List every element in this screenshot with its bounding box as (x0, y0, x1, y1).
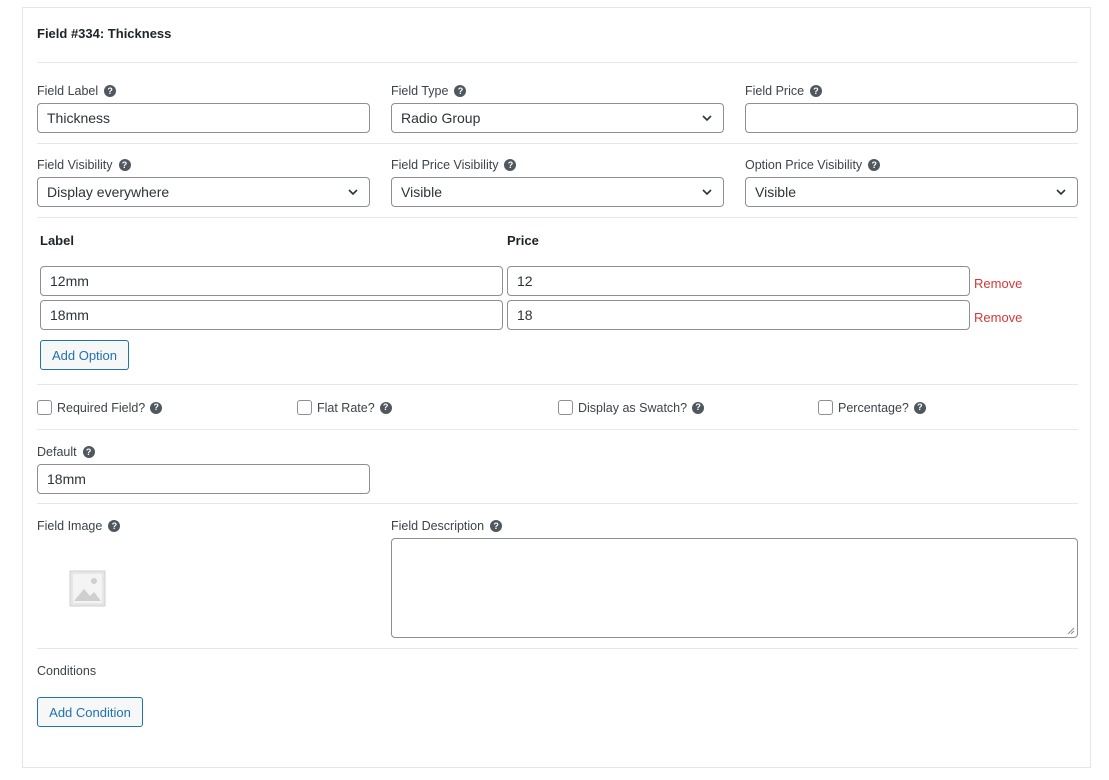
help-icon[interactable]: ? (104, 85, 117, 97)
default-input[interactable]: 18mm (37, 464, 370, 494)
field-type-select[interactable]: Radio Group (391, 103, 724, 133)
option-price-visibility-title: Option Price Visibility ? (745, 158, 881, 172)
field-visibility-select[interactable]: Display everywhere (37, 177, 370, 207)
checkbox-box[interactable] (297, 400, 312, 415)
field-description-textarea[interactable] (391, 538, 1078, 638)
help-icon[interactable]: ? (490, 520, 503, 532)
remove-option-link[interactable]: Remove (974, 310, 1022, 325)
help-icon[interactable]: ? (868, 159, 881, 171)
help-icon[interactable]: ? (504, 159, 517, 171)
resize-handle-icon[interactable] (1066, 626, 1075, 635)
divider (37, 648, 1078, 649)
divider (37, 429, 1078, 430)
image-placeholder-icon[interactable] (69, 570, 106, 607)
chevron-down-icon (702, 189, 712, 196)
field-visibility-title: Field Visibility ? (37, 158, 131, 172)
field-type-title: Field Type ? (391, 84, 467, 98)
remove-option-link[interactable]: Remove (974, 276, 1022, 291)
divider (37, 62, 1078, 63)
option-price-input[interactable]: 12 (507, 266, 970, 296)
divider (37, 143, 1078, 144)
chevron-down-icon (1056, 189, 1066, 196)
field-price-visibility-title: Field Price Visibility ? (391, 158, 517, 172)
field-label-title: Field Label ? (37, 84, 117, 98)
field-price-title: Field Price ? (745, 84, 823, 98)
field-price-input[interactable] (745, 103, 1078, 133)
field-label-input[interactable]: Thickness (37, 103, 370, 133)
chevron-down-icon (348, 189, 358, 196)
options-label-header: Label (40, 233, 74, 248)
add-option-button[interactable]: Add Option (40, 340, 129, 370)
option-label-input[interactable]: 18mm (40, 300, 503, 330)
divider (37, 384, 1078, 385)
field-description-title: Field Description ? (391, 519, 503, 533)
help-icon[interactable]: ? (692, 401, 705, 414)
help-icon[interactable]: ? (118, 159, 131, 171)
option-price-visibility-select[interactable]: Visible (745, 177, 1078, 207)
divider (37, 503, 1078, 504)
help-icon[interactable]: ? (810, 85, 823, 97)
divider (37, 217, 1078, 218)
help-icon[interactable]: ? (379, 401, 392, 414)
field-panel: Field #334: Thickness Field Label ? Thic… (22, 7, 1091, 768)
checkbox-box[interactable] (37, 400, 52, 415)
help-icon[interactable]: ? (82, 446, 95, 458)
required-field-checkbox[interactable]: Required Field? ? (37, 400, 163, 415)
chevron-down-icon (702, 115, 712, 122)
default-title: Default ? (37, 445, 95, 459)
field-price-visibility-select[interactable]: Visible (391, 177, 724, 207)
help-icon[interactable]: ? (913, 401, 926, 414)
field-image-title: Field Image ? (37, 519, 121, 533)
options-price-header: Price (507, 233, 539, 248)
flat-rate-checkbox[interactable]: Flat Rate? ? (297, 400, 392, 415)
option-label-input[interactable]: 12mm (40, 266, 503, 296)
add-condition-button[interactable]: Add Condition (37, 697, 143, 727)
help-icon[interactable]: ? (150, 401, 163, 414)
help-icon[interactable]: ? (108, 520, 121, 532)
checkbox-box[interactable] (818, 400, 833, 415)
display-as-swatch-checkbox[interactable]: Display as Swatch? ? (558, 400, 705, 415)
field-title: Field #334: Thickness (37, 26, 172, 41)
percentage-checkbox[interactable]: Percentage? ? (818, 400, 926, 415)
conditions-title: Conditions (37, 664, 97, 678)
help-icon[interactable]: ? (454, 85, 467, 97)
checkbox-box[interactable] (558, 400, 573, 415)
option-price-input[interactable]: 18 (507, 300, 970, 330)
